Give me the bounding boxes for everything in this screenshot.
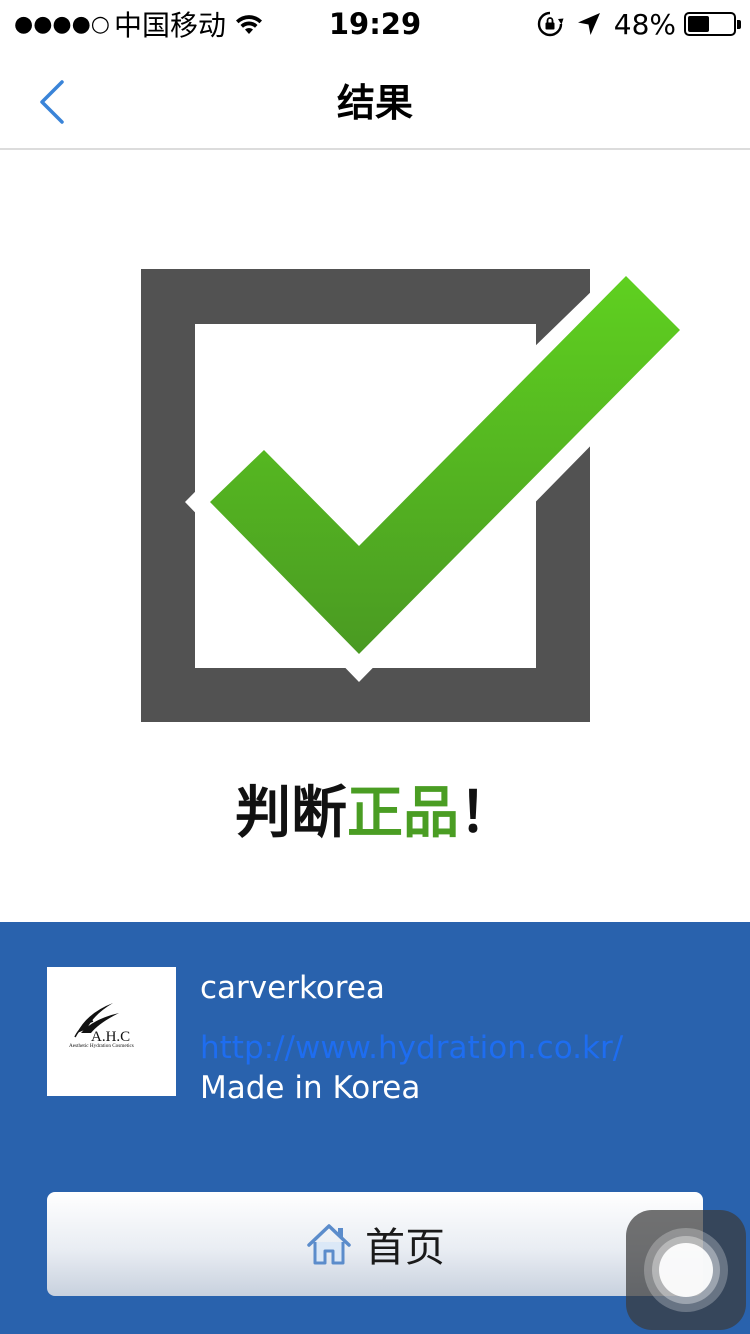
home-icon [307, 1224, 351, 1265]
assistive-touch-ring-inner [659, 1243, 713, 1297]
battery-percent: 48% [613, 7, 676, 41]
brand-url-link[interactable]: http://www.hydration.co.kr/ [200, 1030, 623, 1066]
status-bar: ●●●●○ 中国移动 19:29 48% [0, 0, 750, 48]
battery-nub [737, 20, 741, 29]
verdict-highlight: 正品 [347, 781, 459, 846]
verdict-suffix: ！ [459, 781, 515, 846]
battery-level [688, 16, 710, 32]
status-right: 48% [536, 7, 741, 41]
checkbox-checked-icon [141, 262, 690, 722]
battery-icon [684, 12, 741, 36]
brand-company: carverkorea [200, 970, 385, 1006]
navigation-bar: 结果 [0, 48, 750, 150]
location-arrow-icon [577, 13, 600, 35]
ahc-logo: A.H.C Aesthetic Hydration Cosmetics [69, 1003, 134, 1049]
brand-logo: A.H.C Aesthetic Hydration Cosmetics [47, 967, 176, 1096]
assistive-touch-button[interactable] [626, 1210, 746, 1330]
verdict-text: 判断正品！ [0, 768, 750, 849]
svg-text:Aesthetic Hydration Cosmetics: Aesthetic Hydration Cosmetics [69, 1043, 134, 1049]
home-button-label: 首页 [365, 1225, 445, 1271]
brand-origin: Made in Korea [200, 1070, 421, 1106]
orientation-lock-icon [537, 11, 564, 37]
page-title: 结果 [336, 81, 413, 125]
verdict-prefix: 判断 [235, 781, 347, 846]
home-button[interactable]: 首页 [47, 1192, 703, 1296]
